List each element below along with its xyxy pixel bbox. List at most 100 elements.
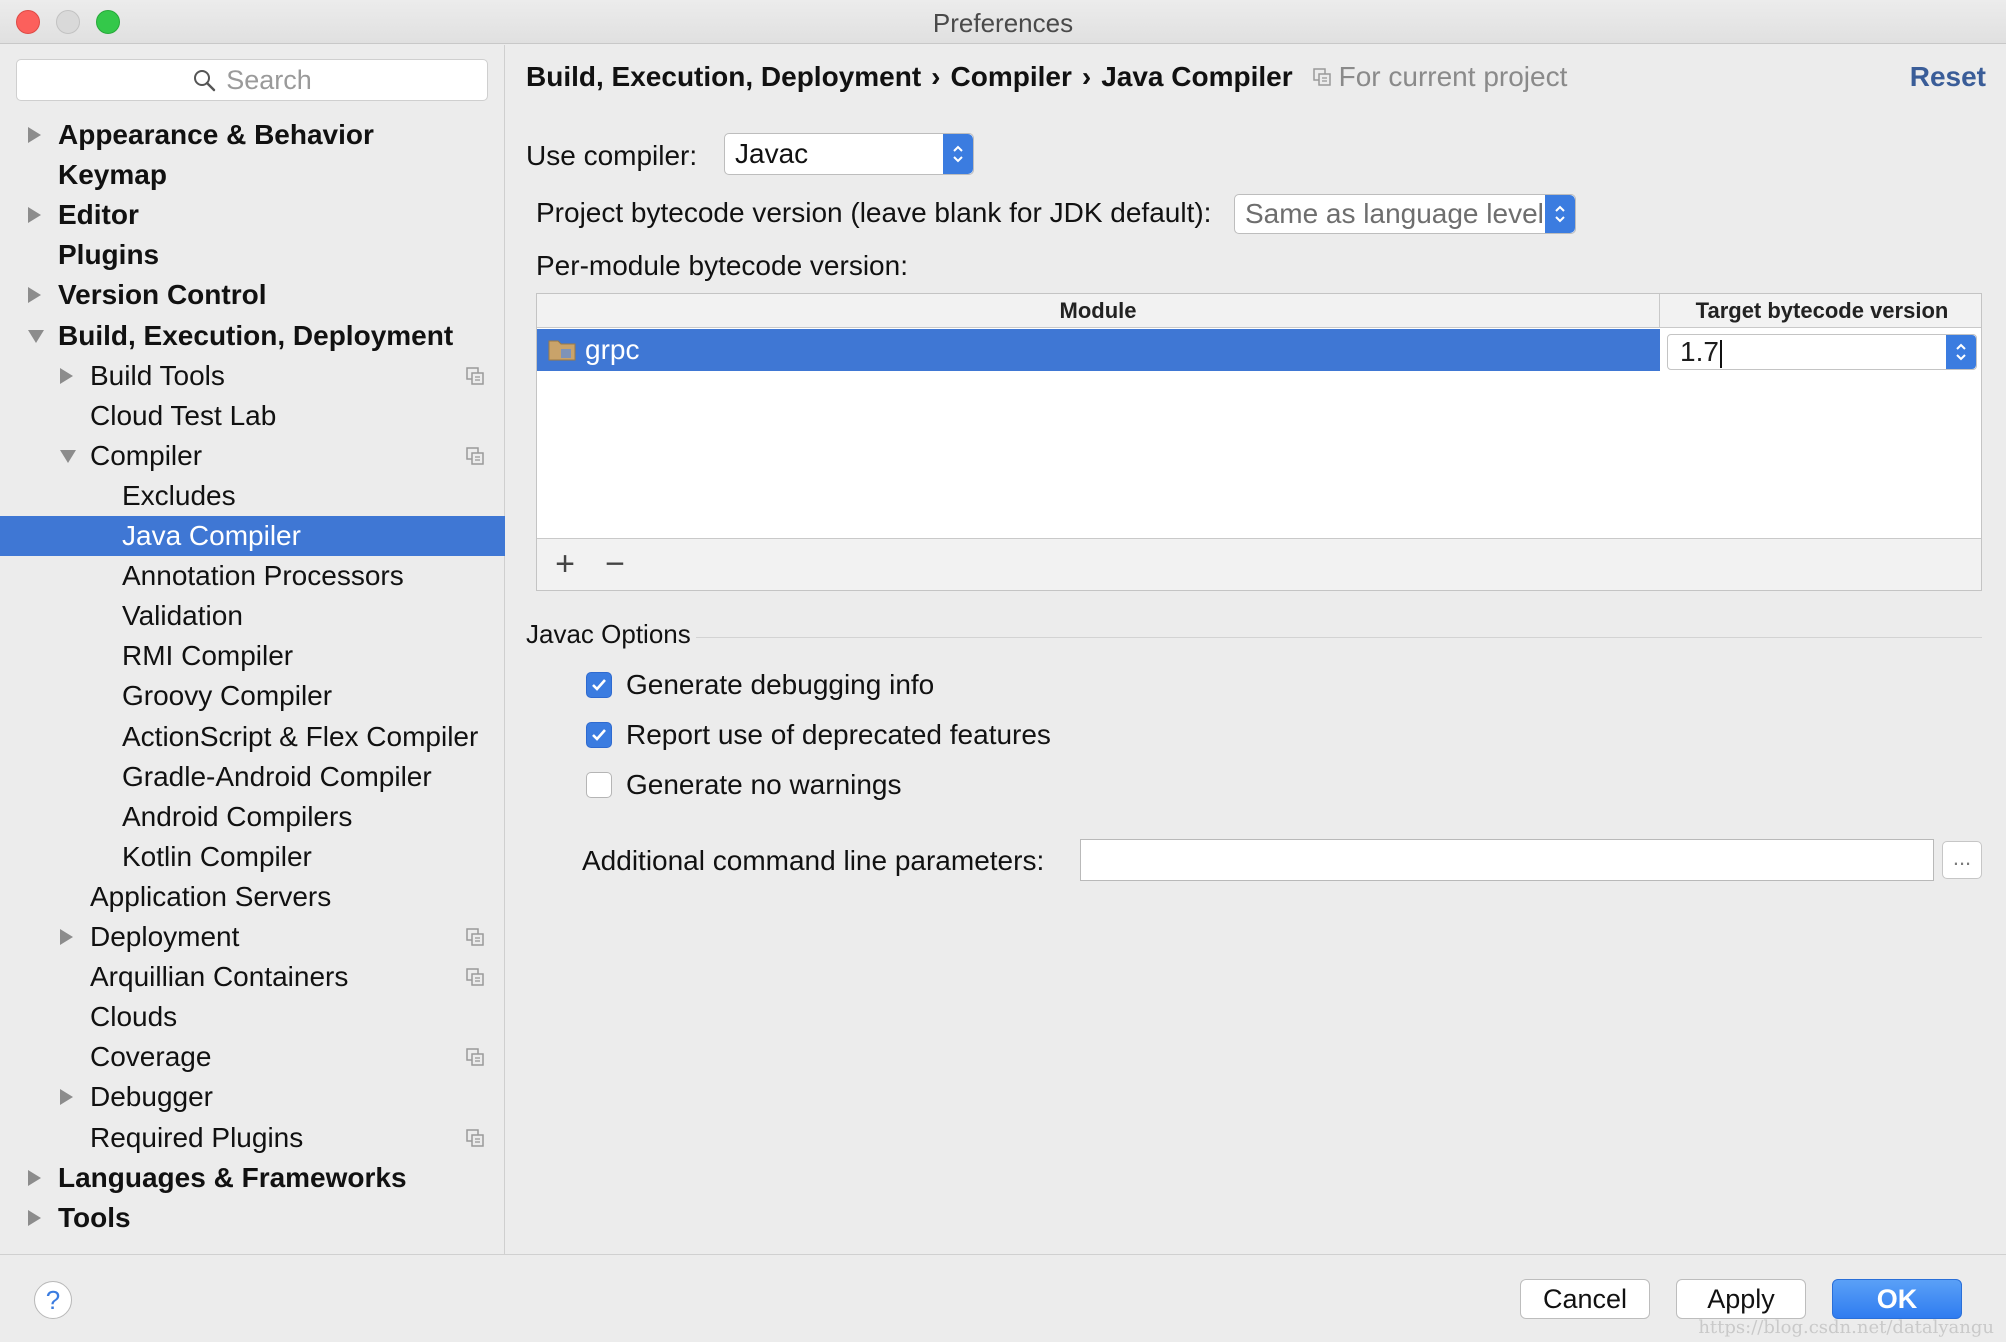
sidebar-item-build-tools[interactable]: Build Tools: [0, 356, 505, 396]
settings-sidebar: Search Appearance & Behavior Keymap Editor…: [0, 45, 505, 1254]
sidebar-item-java-compiler[interactable]: Java Compiler: [0, 516, 505, 556]
apply-button[interactable]: Apply: [1676, 1279, 1806, 1319]
sidebar-item-label: Application Servers: [90, 880, 332, 912]
sidebar-item-actionscript-flex-compiler[interactable]: ActionScript & Flex Compiler: [0, 717, 505, 757]
sidebar-item-build-execution-deployment[interactable]: Build, Execution, Deployment: [0, 316, 505, 356]
reset-link[interactable]: Reset: [1910, 61, 1986, 93]
sidebar-item-label: Validation: [122, 600, 243, 632]
expand-params-button[interactable]: ...: [1942, 841, 1982, 879]
bytecode-version-value: Same as language level: [1245, 198, 1544, 229]
sidebar-item-coverage[interactable]: Coverage: [0, 1037, 505, 1077]
project-scope-icon: [466, 447, 484, 465]
cmd-params-label: Additional command line parameters:: [582, 845, 1045, 876]
checkbox-label: Generate no warnings: [626, 769, 902, 800]
search-icon: [194, 70, 216, 92]
dialog-footer: ? Cancel Apply OK https://blog.csdn.net/…: [0, 1254, 2006, 1342]
sidebar-item-languages-frameworks[interactable]: Languages & Frameworks: [0, 1158, 505, 1198]
sidebar-item-label: Compiler: [90, 439, 203, 471]
sidebar-item-label: Excludes: [122, 479, 236, 511]
help-button[interactable]: ?: [34, 1281, 72, 1319]
sidebar-item-label: Coverage: [90, 1041, 212, 1073]
project-scope-icon: [466, 928, 484, 946]
expand-right-icon[interactable]: [28, 207, 41, 224]
table-row[interactable]: grpc: [537, 329, 1660, 371]
expand-right-icon[interactable]: [60, 1089, 73, 1106]
sidebar-item-label: Build, Execution, Deployment: [58, 319, 454, 351]
sidebar-item-label: Required Plugins: [90, 1121, 304, 1153]
expand-down-icon[interactable]: [28, 329, 44, 343]
sidebar-item-label: Debugger: [90, 1081, 213, 1113]
window-title: Preferences: [932, 8, 1074, 38]
sidebar-item-label: Android Compilers: [122, 800, 353, 832]
sidebar-item-editor[interactable]: Editor: [0, 195, 505, 235]
column-header-target[interactable]: Target bytecode version: [1661, 294, 1983, 328]
sidebar-item-label: Appearance & Behavior: [58, 119, 374, 150]
sidebar-item-label: Java Compiler: [122, 520, 301, 551]
per-module-label: Per-module bytecode version:: [536, 250, 908, 281]
breadcrumb-item: Java Compiler: [1101, 61, 1293, 92]
sidebar-item-arquillian-containers[interactable]: Arquillian Containers: [0, 957, 505, 997]
sidebar-item-groovy-compiler[interactable]: Groovy Compiler: [0, 676, 505, 716]
sidebar-item-label: Arquillian Containers: [90, 961, 349, 993]
debug-info-checkbox[interactable]: Generate debugging info: [586, 668, 934, 702]
expand-right-icon[interactable]: [28, 1169, 41, 1186]
sidebar-item-version-control[interactable]: Version Control: [0, 275, 505, 315]
sidebar-item-label: Build Tools: [90, 359, 225, 391]
sidebar-item-keymap[interactable]: Keymap: [0, 155, 505, 195]
module-bytecode-table: Module Target bytecode version grpc 1.7 …: [536, 293, 1982, 591]
checkbox-label: Report use of deprecated features: [626, 719, 1051, 750]
sidebar-item-label: RMI Compiler: [122, 640, 294, 672]
module-folder-icon: [548, 340, 576, 361]
search-placeholder: Search: [226, 64, 312, 95]
sidebar-item-annotation-processors[interactable]: Annotation Processors: [0, 556, 505, 596]
sidebar-item-clouds[interactable]: Clouds: [0, 997, 505, 1037]
column-header-module[interactable]: Module: [537, 294, 1660, 328]
table-toolbar: + −: [537, 538, 1981, 590]
cmd-params-input[interactable]: [1080, 839, 1934, 881]
expand-right-icon[interactable]: [60, 929, 73, 945]
sidebar-item-android-compilers[interactable]: Android Compilers: [0, 797, 505, 837]
chevron-updown-icon: [943, 134, 973, 174]
sidebar-item-cloud-test-lab[interactable]: Cloud Test Lab: [0, 396, 505, 436]
scope-indicator: For current project: [1312, 61, 1567, 93]
sidebar-item-validation[interactable]: Validation: [0, 596, 505, 636]
cancel-button[interactable]: Cancel: [1520, 1279, 1650, 1319]
sidebar-item-label: ActionScript & Flex Compiler: [122, 720, 479, 752]
sidebar-item-application-servers[interactable]: Application Servers: [0, 877, 505, 917]
expand-right-icon[interactable]: [60, 367, 73, 384]
expand-down-icon[interactable]: [60, 449, 76, 463]
sidebar-item-deployment[interactable]: Deployment: [0, 917, 505, 957]
no-warnings-checkbox[interactable]: Generate no warnings: [586, 768, 902, 802]
empty-checkbox-icon: [586, 772, 612, 798]
sidebar-item-compiler[interactable]: Compiler: [0, 436, 505, 476]
sidebar-item-label: Languages & Frameworks: [58, 1161, 407, 1193]
sidebar-item-kotlin-compiler[interactable]: Kotlin Compiler: [0, 837, 505, 877]
watermark: https://blog.csdn.net/datalyangu: [1698, 1317, 1994, 1338]
checkmark-icon: [586, 722, 612, 748]
expand-right-icon[interactable]: [28, 1209, 41, 1226]
sidebar-item-required-plugins[interactable]: Required Plugins: [0, 1118, 505, 1158]
use-compiler-select[interactable]: Javac: [724, 133, 974, 175]
target-version-value: 1.7: [1680, 336, 1719, 367]
sidebar-item-rmi-compiler[interactable]: RMI Compiler: [0, 636, 505, 676]
title-bar: Preferences: [0, 0, 2006, 44]
target-version-select[interactable]: 1.7: [1667, 334, 1977, 370]
sidebar-item-appearance-behavior[interactable]: Appearance & Behavior: [0, 115, 505, 155]
ok-button[interactable]: OK: [1832, 1279, 1962, 1319]
deprecated-features-checkbox[interactable]: Report use of deprecated features: [586, 718, 1051, 752]
sidebar-item-plugins[interactable]: Plugins: [0, 235, 505, 275]
expand-right-icon[interactable]: [28, 287, 41, 304]
sidebar-item-excludes[interactable]: Excludes: [0, 476, 505, 516]
breadcrumb-separator: ›: [1081, 61, 1092, 92]
expand-right-icon[interactable]: [28, 127, 41, 143]
sidebar-item-label: Annotation Processors: [122, 560, 404, 592]
chevron-updown-icon: [1946, 335, 1976, 369]
add-module-button[interactable]: +: [549, 547, 581, 581]
search-input[interactable]: Search: [16, 59, 488, 101]
bytecode-version-select[interactable]: Same as language level: [1234, 194, 1576, 234]
sidebar-item-label: Gradle-Android Compiler: [122, 760, 432, 792]
sidebar-item-tools[interactable]: Tools: [0, 1198, 505, 1238]
sidebar-item-debugger[interactable]: Debugger: [0, 1077, 505, 1117]
sidebar-item-gradle-android-compiler[interactable]: Gradle-Android Compiler: [0, 757, 505, 797]
remove-module-button[interactable]: −: [599, 547, 631, 581]
